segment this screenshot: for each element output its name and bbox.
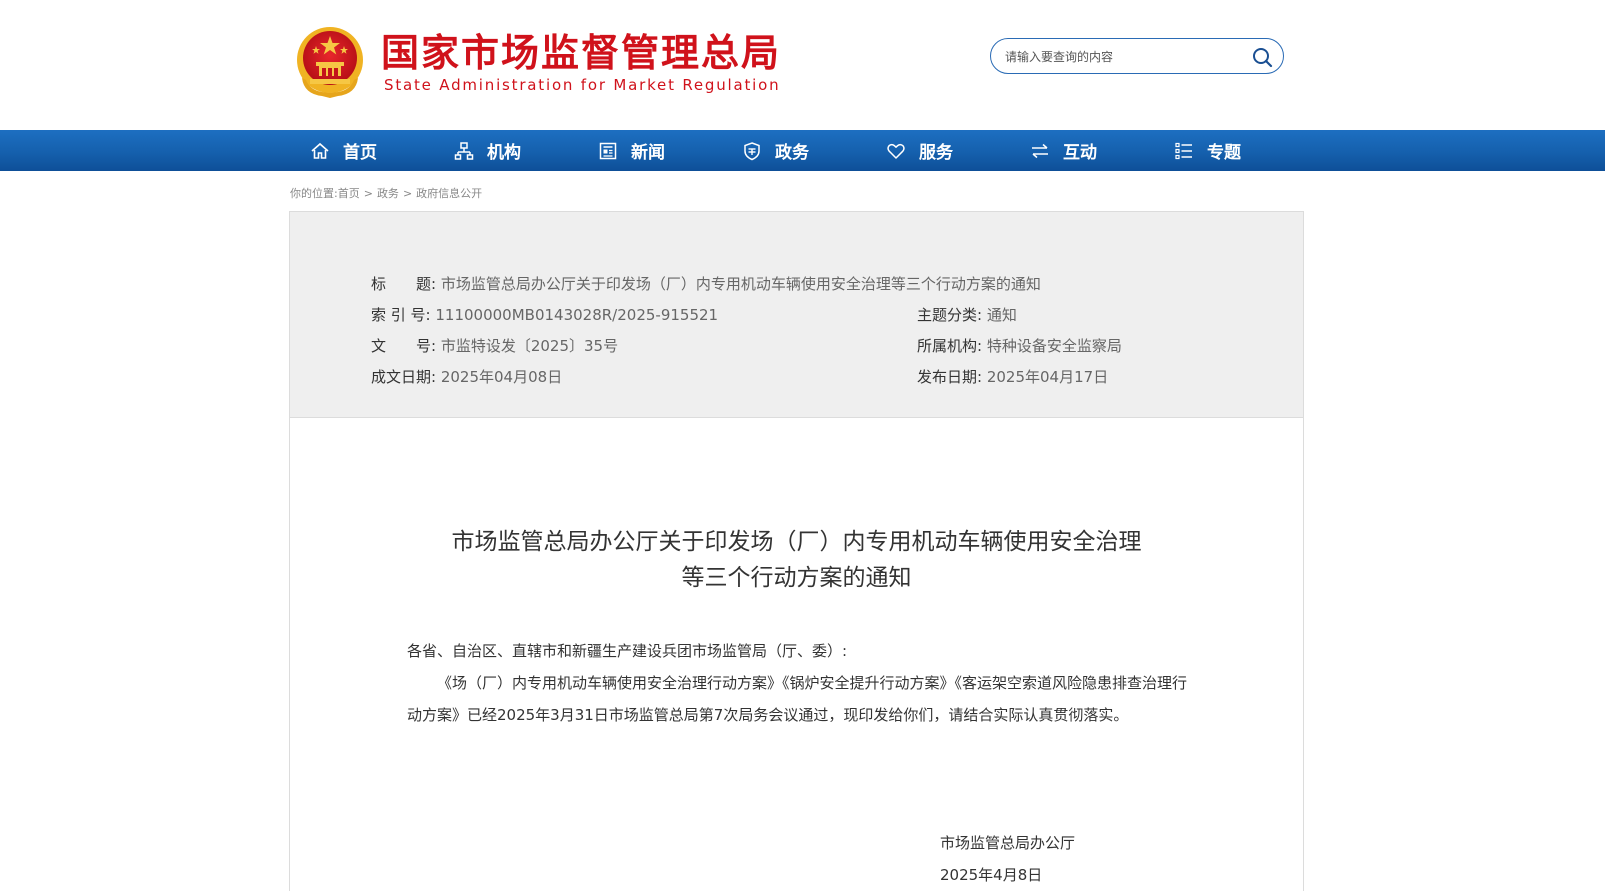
site-subtitle: State Administration for Market Regulati… <box>384 76 781 94</box>
nav-item-service[interactable]: 服务 <box>885 130 953 171</box>
breadcrumb-item-government[interactable]: 政务 <box>377 187 399 200</box>
document-salutation: 各省、自治区、直辖市和新疆生产建设兵团市场监管局（厅、委）: <box>407 642 848 660</box>
breadcrumb-separator: > <box>402 187 413 200</box>
meta-docno-label: 文 号: <box>371 337 437 355</box>
shield-icon <box>741 140 763 162</box>
nav-item-topics[interactable]: 专题 <box>1173 130 1241 171</box>
meta-topic-label: 主题分类: <box>917 306 983 324</box>
search-input[interactable] <box>1005 47 1245 67</box>
document-title-line: 市场监管总局办公厅关于印发场（厂）内专用机动车辆使用安全治理 <box>451 529 1142 555</box>
nav-item-org[interactable]: 机构 <box>453 130 521 171</box>
meta-docno-row: 文 号: 市监特设发〔2025〕35号 <box>371 336 618 356</box>
site-title[interactable]: 国家市场监督管理总局 <box>381 30 781 76</box>
meta-written-date-value: 2025年04月08日 <box>440 368 563 386</box>
meta-written-date-label: 成文日期: <box>371 368 437 386</box>
search-icon[interactable] <box>1251 46 1273 68</box>
nav-item-government[interactable]: 政务 <box>741 130 809 171</box>
breadcrumb-item-info-disclosure[interactable]: 政府信息公开 <box>416 187 482 200</box>
meta-publish-date-label: 发布日期: <box>917 368 983 386</box>
heart-icon <box>885 140 907 162</box>
meta-org-value: 特种设备安全监察局 <box>986 337 1122 355</box>
article-container: 标 题: 市场监管总局办公厅关于印发场（厂）内专用机动车辆使用安全治理等三个行动… <box>289 211 1304 891</box>
nav-item-label: 政务 <box>775 143 809 163</box>
meta-publish-date-row: 发布日期: 2025年04月17日 <box>917 367 1108 387</box>
meta-docno-value: 市监特设发〔2025〕35号 <box>440 337 619 355</box>
document-paragraph: 《场（厂）内专用机动车辆使用安全治理行动方案》《锅炉安全提升行动方案》《客运架空… <box>407 674 1188 724</box>
nav-item-label: 专题 <box>1207 143 1241 163</box>
document-title: 市场监管总局办公厅关于印发场（厂）内专用机动车辆使用安全治理 等三个行动方案的通… <box>290 524 1303 596</box>
list-icon <box>1173 140 1195 162</box>
meta-index-value: 11100000MB0143028R/2025-915521 <box>435 306 719 324</box>
breadcrumb-item-home[interactable]: 首页 <box>338 187 360 200</box>
meta-org-label: 所属机构: <box>917 337 983 355</box>
meta-title-value: 市场监管总局办公厅关于印发场（厂）内专用机动车辆使用安全治理等三个行动方案的通知 <box>440 275 1041 293</box>
nav-item-label: 机构 <box>487 143 521 163</box>
national-emblem-icon[interactable] <box>294 22 366 100</box>
meta-written-date-row: 成文日期: 2025年04月08日 <box>371 367 562 387</box>
signature-date: 2025年4月8日 <box>940 866 1043 884</box>
breadcrumb-prefix: 你的位置: <box>290 187 338 200</box>
breadcrumb-separator: > <box>363 187 373 200</box>
document-signature: 市场监管总局办公厅 2025年4月8日 <box>940 827 1075 891</box>
search-box <box>990 38 1284 74</box>
nav-item-label: 新闻 <box>631 143 665 163</box>
meta-title-label: 标 题: <box>371 275 437 293</box>
meta-index-row: 索 引 号: 11100000MB0143028R/2025-915521 <box>371 305 718 325</box>
signature-org: 市场监管总局办公厅 <box>940 834 1076 852</box>
exchange-icon <box>1029 140 1051 162</box>
meta-topic-row: 主题分类: 通知 <box>917 305 1017 325</box>
nav-item-label: 互动 <box>1063 143 1097 163</box>
meta-index-label: 索 引 号: <box>371 306 431 324</box>
nav-item-news[interactable]: 新闻 <box>597 130 665 171</box>
document-body: 各省、自治区、直辖市和新疆生产建设兵团市场监管局（厅、委）: 《场（厂）内专用机… <box>407 635 1192 731</box>
nav-item-interaction[interactable]: 互动 <box>1029 130 1097 171</box>
meta-org-row: 所属机构: 特种设备安全监察局 <box>917 336 1122 356</box>
nav-item-label: 首页 <box>343 143 377 163</box>
document-meta-panel: 标 题: 市场监管总局办公厅关于印发场（厂）内专用机动车辆使用安全治理等三个行动… <box>290 212 1303 418</box>
nav-item-home[interactable]: 首页 <box>309 130 377 171</box>
org-chart-icon <box>453 140 475 162</box>
breadcrumb: 你的位置:首页 > 政务 > 政府信息公开 <box>290 185 482 201</box>
main-nav: 首页 机构 新闻 政务 服务 互动 专题 <box>0 130 1605 171</box>
site-header: 国家市场监督管理总局 State Administration for Mark… <box>0 0 1605 130</box>
meta-topic-value: 通知 <box>986 306 1017 324</box>
home-icon <box>309 140 331 162</box>
meta-publish-date-value: 2025年04月17日 <box>986 368 1109 386</box>
document-title-line: 等三个行动方案的通知 <box>681 565 912 591</box>
news-icon <box>597 140 619 162</box>
meta-title-row: 标 题: 市场监管总局办公厅关于印发场（厂）内专用机动车辆使用安全治理等三个行动… <box>371 274 1041 294</box>
nav-item-label: 服务 <box>919 143 953 163</box>
